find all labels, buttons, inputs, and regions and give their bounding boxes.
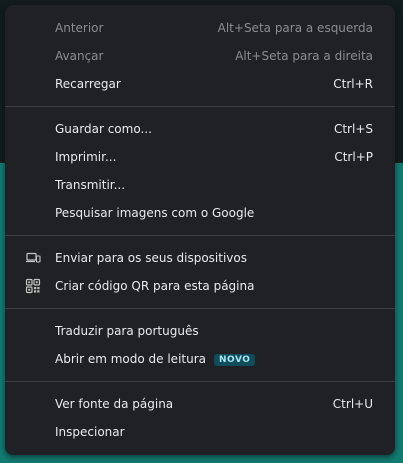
menu-item-shortcut: Ctrl+S xyxy=(333,122,373,136)
menu-item-label-with-badge: Abrir em modo de leitura NOVO xyxy=(55,352,256,366)
menu-separator xyxy=(5,235,395,236)
menu-item-create-qr-code[interactable]: Criar código QR para esta página xyxy=(5,272,395,300)
menu-item-reload[interactable]: Recarregar Ctrl+R xyxy=(5,70,395,98)
menu-item-label: Traduzir para português xyxy=(55,324,199,338)
menu-item-label: Recarregar xyxy=(55,77,121,91)
menu-item-label: Transmitir... xyxy=(55,178,126,192)
menu-item-print[interactable]: Imprimir... Ctrl+P xyxy=(5,143,395,171)
menu-item-label: Inspecionar xyxy=(55,425,125,439)
context-menu: Anterior Alt+Seta para a esquerda Avança… xyxy=(5,5,395,455)
menu-item-label: Abrir em modo de leitura xyxy=(55,352,206,366)
menu-item-inspect[interactable]: Inspecionar xyxy=(5,418,395,446)
menu-item-back[interactable]: Anterior Alt+Seta para a esquerda xyxy=(5,14,395,42)
menu-item-label: Enviar para os seus dispositivos xyxy=(55,251,247,265)
menu-item-shortcut: Ctrl+P xyxy=(334,150,373,164)
menu-item-shortcut: Ctrl+U xyxy=(332,397,373,411)
menu-item-forward[interactable]: Avançar Alt+Seta para a direita xyxy=(5,42,395,70)
menu-item-shortcut: Alt+Seta para a esquerda xyxy=(217,21,373,35)
menu-item-label: Anterior xyxy=(55,21,104,35)
menu-item-search-images-google[interactable]: Pesquisar imagens com o Google xyxy=(5,199,395,227)
devices-icon xyxy=(25,250,41,266)
menu-separator xyxy=(5,106,395,107)
menu-item-shortcut: Ctrl+R xyxy=(333,77,373,91)
menu-separator xyxy=(5,308,395,309)
menu-item-label: Pesquisar imagens com o Google xyxy=(55,206,255,220)
menu-item-label: Imprimir... xyxy=(55,150,117,164)
menu-item-reading-mode[interactable]: Abrir em modo de leitura NOVO xyxy=(5,345,395,373)
qr-code-icon xyxy=(25,278,41,294)
menu-item-translate[interactable]: Traduzir para português xyxy=(5,317,395,345)
menu-item-send-to-devices[interactable]: Enviar para os seus dispositivos xyxy=(5,244,395,272)
new-badge: NOVO xyxy=(214,353,256,366)
menu-item-save-as[interactable]: Guardar como... Ctrl+S xyxy=(5,115,395,143)
menu-item-shortcut: Alt+Seta para a direita xyxy=(235,49,373,63)
menu-item-label: Ver fonte da página xyxy=(55,397,174,411)
menu-separator xyxy=(5,381,395,382)
menu-item-label: Guardar como... xyxy=(55,122,152,136)
menu-item-view-source[interactable]: Ver fonte da página Ctrl+U xyxy=(5,390,395,418)
menu-item-label: Avançar xyxy=(55,49,104,63)
menu-item-cast[interactable]: Transmitir... xyxy=(5,171,395,199)
menu-item-label: Criar código QR para esta página xyxy=(55,279,255,293)
